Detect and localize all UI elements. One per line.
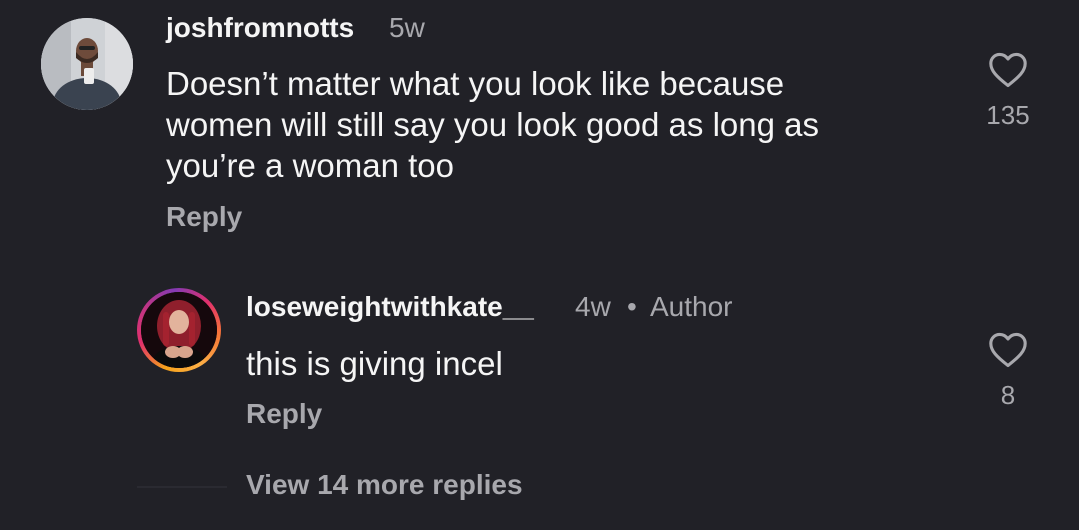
reply-button[interactable]: Reply [166,201,242,233]
comment-username[interactable]: loseweightwithkate__ [246,291,534,323]
meta-separator: • [627,291,637,322]
avatar-photo [41,18,133,110]
comment-username[interactable]: joshfromnotts [166,12,354,44]
like-count: 135 [986,100,1030,130]
heart-outline-icon [989,332,1027,368]
avatar-loseweightwithkate [141,292,217,368]
comment-text-line: you’re a woman too [166,147,454,184]
comments-section: joshfromnotts 5w Doesn’t matter what you… [0,0,1079,530]
view-more-replies-button[interactable]: View 14 more replies [246,469,523,501]
comment-text-line: women will still say you look good as lo… [166,106,819,143]
comment-text-line: Doesn’t matter what you look like becaus… [166,65,785,102]
author-badge: Author [650,291,733,322]
heart-outline-icon [989,52,1027,88]
comment-text: Doesn’t matter what you look like becaus… [166,63,819,186]
divider-line [137,486,227,488]
reply-button[interactable]: Reply [246,398,322,430]
like-count: 8 [1000,380,1016,410]
avatar-photo [141,292,217,368]
like-button[interactable]: 8 [978,332,1038,411]
comment-timestamp: 4w [575,291,611,322]
comment-timestamp: 5w [389,12,425,43]
avatar-story-ring[interactable] [137,288,221,372]
comment-text: this is giving incel [246,345,503,382]
like-button[interactable]: 135 [978,52,1038,131]
avatar-joshfromnotts[interactable] [41,18,133,110]
